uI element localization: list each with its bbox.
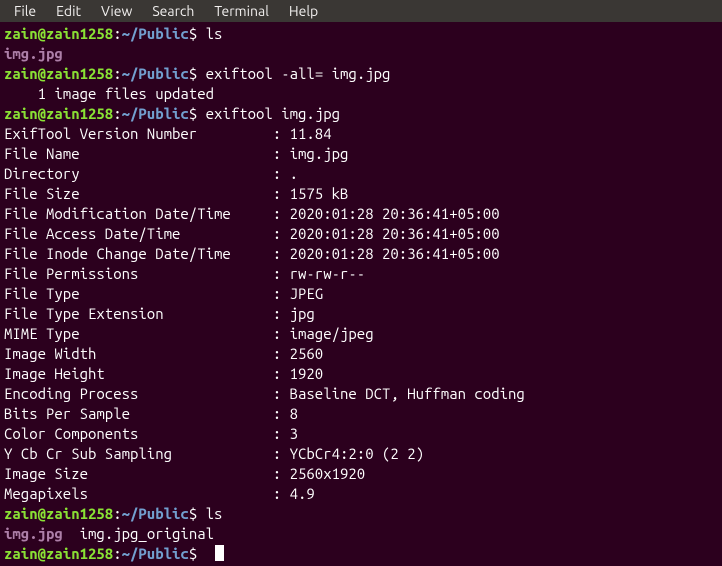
file-highlighted: img.jpg xyxy=(4,45,63,62)
prompt-userhost: zain@zain1258 xyxy=(4,65,113,82)
prompt-path: ~/Public xyxy=(122,105,189,122)
prompt-userhost: zain@zain1258 xyxy=(4,505,113,522)
output-line: 1 image files updated xyxy=(4,84,718,104)
prompt-path: ~/Public xyxy=(122,505,189,522)
command-text xyxy=(206,545,214,562)
command-text: ls xyxy=(206,505,223,522)
output-line: Image Width : 2560 xyxy=(4,344,718,364)
command-text: exiftool -all= img.jpg xyxy=(206,65,391,82)
menu-help[interactable]: Help xyxy=(279,0,328,23)
command-text: exiftool img.jpg xyxy=(206,105,340,122)
prompt-colon: : xyxy=(113,105,121,122)
menu-search[interactable]: Search xyxy=(142,0,204,23)
prompt-userhost: zain@zain1258 xyxy=(4,545,113,562)
prompt-sigil: $ xyxy=(189,505,197,522)
output-line: Bits Per Sample : 8 xyxy=(4,404,718,424)
output-line: File Name : img.jpg xyxy=(4,144,718,164)
prompt-colon: : xyxy=(113,65,121,82)
prompt-colon: : xyxy=(113,25,121,42)
prompt-path: ~/Public xyxy=(122,25,189,42)
output-line: File Size : 1575 kB xyxy=(4,184,718,204)
prompt-line: zain@zain1258:~/Public$ ls xyxy=(4,504,718,524)
output-line: Encoding Process : Baseline DCT, Huffman… xyxy=(4,384,718,404)
output-line: Megapixels : 4.9 xyxy=(4,484,718,504)
terminal-area[interactable]: zain@zain1258:~/Public$ lsimg.jpgzain@za… xyxy=(0,22,722,566)
output-line: Y Cb Cr Sub Sampling : YCbCr4:2:0 (2 2) xyxy=(4,444,718,464)
output-line: img.jpg xyxy=(4,44,718,64)
menu-file[interactable]: File xyxy=(4,0,46,23)
output-line: Image Size : 2560x1920 xyxy=(4,464,718,484)
output-line: img.jpg img.jpg_original xyxy=(4,524,718,544)
output-line: ExifTool Version Number : 11.84 xyxy=(4,124,718,144)
prompt-sigil: $ xyxy=(189,105,197,122)
prompt-line: zain@zain1258:~/Public$ exiftool img.jpg xyxy=(4,104,718,124)
prompt-path: ~/Public xyxy=(122,545,189,562)
output-line: MIME Type : image/jpeg xyxy=(4,324,718,344)
cursor xyxy=(215,545,224,561)
output-line: Color Components : 3 xyxy=(4,424,718,444)
output-line: Image Height : 1920 xyxy=(4,364,718,384)
menubar: File Edit View Search Terminal Help xyxy=(0,0,722,22)
prompt-colon: : xyxy=(113,545,121,562)
output-line: File Modification Date/Time : 2020:01:28… xyxy=(4,204,718,224)
output-line: File Permissions : rw-rw-r-- xyxy=(4,264,718,284)
output-line: File Type Extension : jpg xyxy=(4,304,718,324)
menu-view[interactable]: View xyxy=(91,0,142,23)
prompt-sigil: $ xyxy=(189,65,197,82)
file-plain: img.jpg_original xyxy=(63,525,214,542)
prompt-userhost: zain@zain1258 xyxy=(4,105,113,122)
output-line: File Type : JPEG xyxy=(4,284,718,304)
prompt-line: zain@zain1258:~/Public$ exiftool -all= i… xyxy=(4,64,718,84)
prompt-line: zain@zain1258:~/Public$ ls xyxy=(4,24,718,44)
menu-edit[interactable]: Edit xyxy=(46,0,91,23)
command-text: ls xyxy=(206,25,223,42)
output-line: File Access Date/Time : 2020:01:28 20:36… xyxy=(4,224,718,244)
output-line: Directory : . xyxy=(4,164,718,184)
prompt-sigil: $ xyxy=(189,25,197,42)
prompt-line: zain@zain1258:~/Public$ xyxy=(4,544,718,564)
prompt-userhost: zain@zain1258 xyxy=(4,25,113,42)
output-line: File Inode Change Date/Time : 2020:01:28… xyxy=(4,244,718,264)
prompt-path: ~/Public xyxy=(122,65,189,82)
menu-terminal[interactable]: Terminal xyxy=(204,0,279,23)
prompt-colon: : xyxy=(113,505,121,522)
prompt-sigil: $ xyxy=(189,545,197,562)
file-highlighted: img.jpg xyxy=(4,525,63,542)
